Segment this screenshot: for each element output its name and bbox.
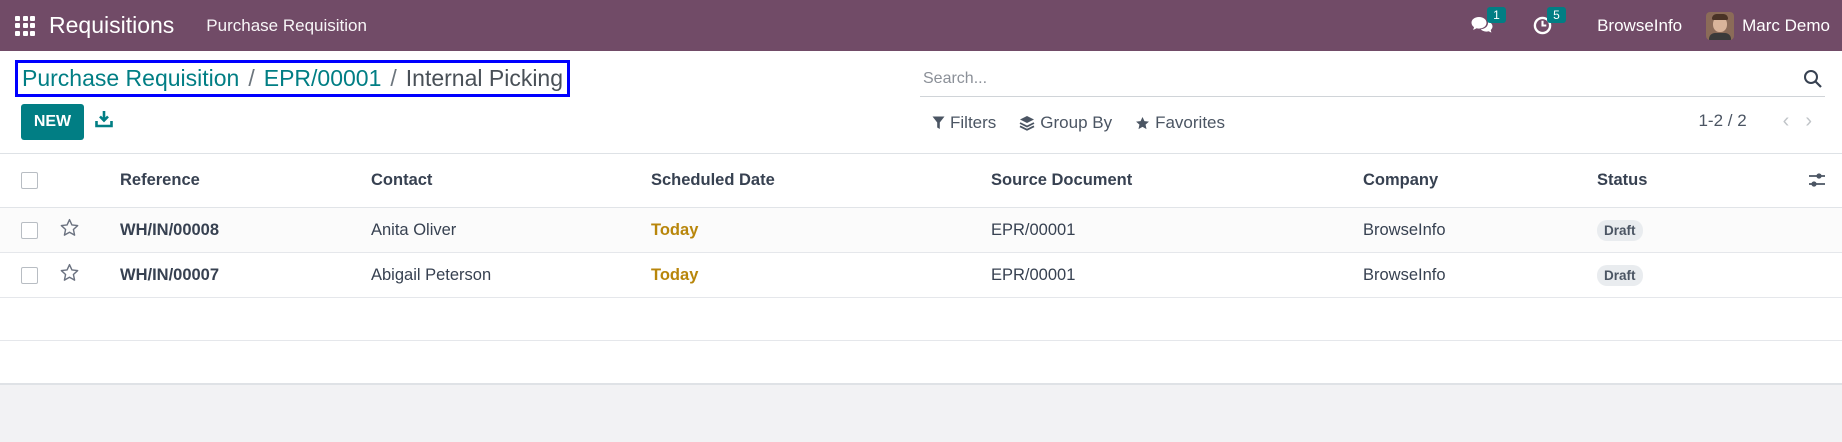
avatar: [1706, 11, 1735, 40]
search-icon[interactable]: [1803, 69, 1823, 89]
cell-reference: WH/IN/00008: [120, 220, 220, 239]
activities-button[interactable]: 5: [1529, 6, 1566, 39]
group-by-button[interactable]: Group By: [1019, 113, 1112, 133]
cell-contact: Abigail Peterson: [371, 265, 492, 284]
row-checkbox[interactable]: [21, 266, 38, 284]
star-outline-icon[interactable]: [59, 263, 80, 283]
cell-reference: WH/IN/00007: [120, 265, 220, 284]
menu-item-purchase-requisition[interactable]: Purchase Requisition: [206, 16, 367, 36]
filters-label: Filters: [950, 113, 997, 132]
user-name: Marc Demo: [1742, 15, 1830, 35]
table-row[interactable]: WH/IN/00007 Abigail Peterson Today EPR/0…: [0, 253, 1842, 298]
list-view: Reference Contact Scheduled Date Source …: [0, 154, 1842, 385]
chevron-right-icon[interactable]: ›: [1805, 111, 1812, 131]
pager-value[interactable]: 1-2 / 2: [1698, 111, 1746, 131]
star-outline-icon[interactable]: [59, 218, 80, 238]
control-panel: Purchase Requisition / EPR/00001 / Inter…: [0, 51, 1842, 154]
user-menu[interactable]: Marc Demo: [1706, 11, 1830, 40]
empty-row: [0, 298, 1842, 341]
messages-count-badge: 1: [1487, 6, 1506, 23]
empty-row: [0, 341, 1842, 385]
star-icon: [1136, 116, 1150, 129]
cell-scheduled-date: Today: [651, 220, 699, 239]
column-header-status[interactable]: Status: [1597, 171, 1797, 190]
column-header-company[interactable]: Company: [1363, 171, 1597, 190]
search-panel-options: Filters Group By Favorites: [932, 113, 1248, 133]
optional-columns-icon[interactable]: [1808, 172, 1826, 188]
app-title[interactable]: Requisitions: [49, 12, 174, 39]
cell-scheduled-date: Today: [651, 265, 699, 284]
cell-company: BrowseInfo: [1363, 220, 1446, 239]
cell-source-document: EPR/00001: [991, 265, 1076, 284]
breadcrumb-current: Internal Picking: [405, 65, 564, 91]
favorites-label: Favorites: [1155, 113, 1226, 132]
group-by-label: Group By: [1040, 113, 1113, 132]
status-badge: Draft: [1597, 219, 1643, 241]
breadcrumb: Purchase Requisition / EPR/00001 / Inter…: [15, 60, 571, 97]
select-all-checkbox[interactable]: [21, 172, 38, 189]
column-header-contact[interactable]: Contact: [371, 171, 651, 190]
favorites-button[interactable]: Favorites: [1135, 113, 1225, 133]
pager: 1-2 / 2 ‹ ›: [1698, 111, 1812, 131]
breadcrumb-separator: /: [248, 65, 255, 91]
breadcrumb-item-epr-00001[interactable]: EPR/00001: [264, 65, 382, 92]
search-bar: [920, 64, 1825, 97]
filter-icon: [932, 116, 945, 129]
layers-icon: [1019, 116, 1035, 131]
new-button[interactable]: NEW: [21, 104, 84, 140]
table-header: Reference Contact Scheduled Date Source …: [0, 154, 1842, 208]
cell-contact: Anita Oliver: [371, 220, 457, 239]
status-badge: Draft: [1597, 264, 1643, 286]
activities-count-badge: 5: [1547, 6, 1566, 23]
cell-source-document: EPR/00001: [991, 220, 1076, 239]
column-header-source-document[interactable]: Source Document: [991, 171, 1363, 190]
search-input[interactable]: [920, 64, 1786, 94]
column-header-scheduled-date[interactable]: Scheduled Date: [651, 171, 991, 190]
cell-company: BrowseInfo: [1363, 265, 1446, 284]
breadcrumb-separator: /: [390, 65, 397, 91]
table-row[interactable]: WH/IN/00008 Anita Oliver Today EPR/00001…: [0, 208, 1842, 253]
apps-menu-icon[interactable]: [15, 15, 35, 36]
company-switcher[interactable]: BrowseInfo: [1597, 16, 1682, 36]
column-header-reference[interactable]: Reference: [120, 171, 371, 190]
top-navbar: Requisitions Purchase Requisition 1 5 Br…: [0, 0, 1842, 51]
row-checkbox[interactable]: [21, 221, 38, 239]
filters-button[interactable]: Filters: [932, 113, 996, 133]
chevron-left-icon[interactable]: ‹: [1783, 111, 1790, 131]
messages-button[interactable]: 1: [1469, 6, 1506, 39]
breadcrumb-item-purchase-requisition[interactable]: Purchase Requisition: [22, 65, 239, 92]
download-icon[interactable]: [95, 110, 115, 132]
